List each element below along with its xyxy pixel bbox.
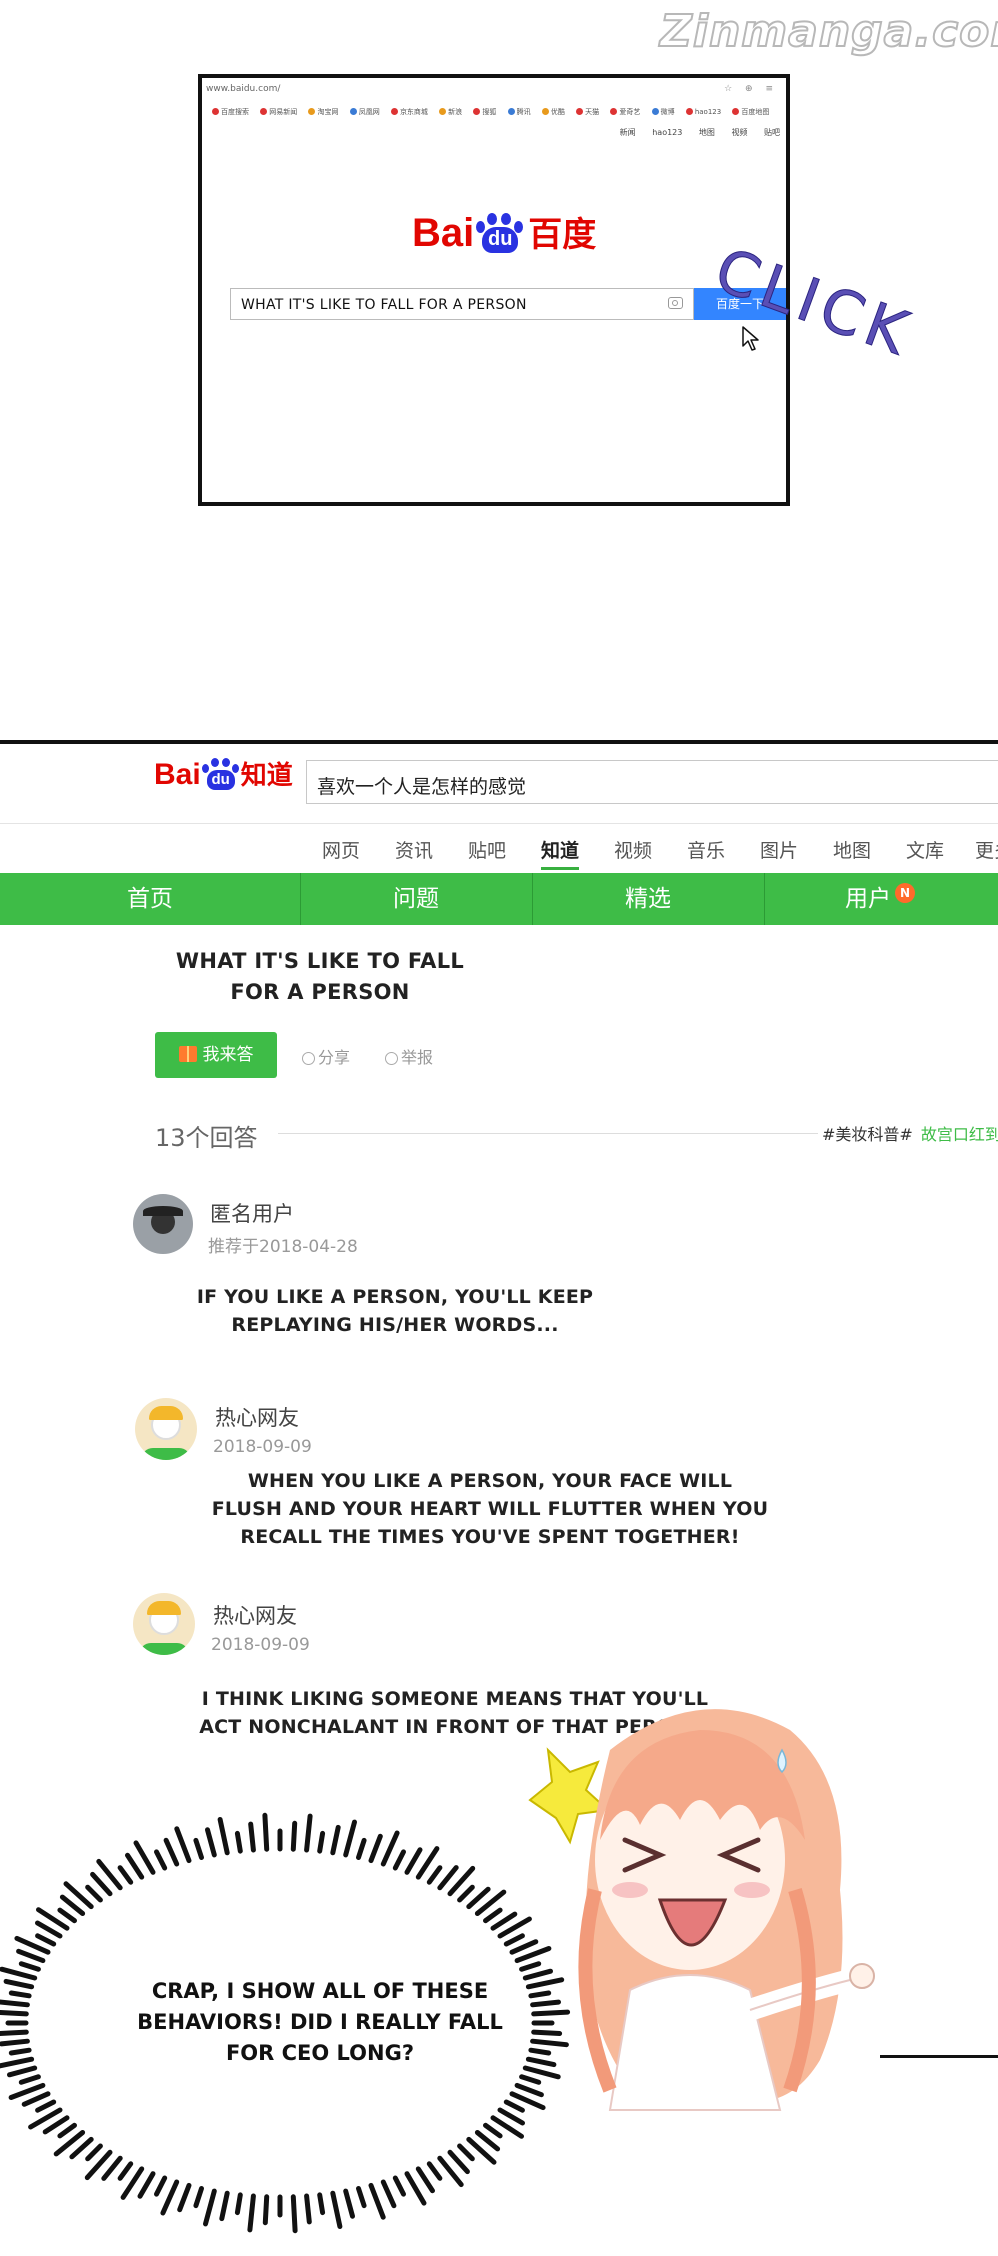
share-link[interactable]: 分享 — [302, 1044, 350, 1068]
top-nav-tieba[interactable]: 贴吧 — [764, 128, 780, 137]
panel-border — [880, 2055, 998, 2058]
divider — [278, 1133, 818, 1134]
bookmark-item[interactable]: hao123 — [686, 108, 721, 116]
avatar[interactable] — [133, 1194, 193, 1254]
divider — [0, 823, 998, 824]
new-badge: N — [895, 883, 915, 903]
answer-date: 2018-09-09 — [211, 1635, 310, 1655]
panel-border — [0, 740, 998, 744]
baidu-paw-icon: du — [474, 213, 526, 253]
baidu-logo: Bai du 百度 — [412, 211, 597, 255]
avatar[interactable] — [135, 1398, 197, 1460]
zhidao-search-input[interactable]: 喜欢一个人是怎样的感觉 — [306, 760, 998, 804]
top-nav-news[interactable]: 新闻 — [620, 128, 636, 137]
tab-featured[interactable]: 精选 — [532, 873, 764, 925]
top-nav-hao123[interactable]: hao123 — [652, 128, 682, 137]
baidu-top-nav: 新闻 hao123 地图 视频 贴吧 — [606, 127, 780, 138]
answer-date: 2018-09-09 — [213, 1437, 312, 1457]
nav-more[interactable]: 更多 — [975, 836, 998, 863]
site-watermark: Zinmanga.com — [659, 5, 998, 58]
topic-tags: #美妆科普# 故宫口红到 — [822, 1121, 998, 1145]
bookmark-item[interactable]: 天猫 — [576, 108, 599, 116]
answer-button[interactable]: 我来答 — [155, 1032, 277, 1078]
bookmarks-bar: 百度搜索 网易新闻 淘宝网 凤凰网 京东商城 新浪 搜狐 腾讯 优酷 天猫 爱奇… — [212, 107, 778, 121]
bookmark-item[interactable]: 淘宝网 — [308, 108, 338, 116]
zhidao-main-tabs: 首页 问题 精选 用户 N — [0, 873, 998, 925]
mouse-cursor-icon — [742, 326, 759, 351]
nav-news[interactable]: 资讯 — [395, 836, 433, 863]
answer-text: IF YOU LIKE A PERSON, YOU'LL KEEP REPLAY… — [196, 1286, 594, 1336]
search-input-value: 喜欢一个人是怎样的感觉 — [317, 776, 527, 798]
zhidao-logo[interactable]: Bai du 知道 — [154, 758, 293, 790]
address-bar[interactable]: www.baidu.com/ — [206, 84, 280, 94]
avatar[interactable] — [133, 1593, 195, 1655]
share-icon — [302, 1052, 315, 1065]
tab-home[interactable]: 首页 — [0, 873, 300, 925]
bookmark-item[interactable]: 爱奇艺 — [610, 108, 640, 116]
tag-link[interactable]: 故宫口红到 — [921, 1125, 998, 1144]
report-icon — [385, 1052, 398, 1065]
answer-text: WHEN YOU LIKE A PERSON, YOUR FACE WILL F… — [211, 1470, 769, 1548]
speech-bubble-text: CRAP, I SHOW ALL OF THESE BEHAVIORS! DID… — [137, 1979, 503, 2065]
answer-username[interactable]: 匿名用户 — [210, 1198, 294, 1228]
question-title: WHAT IT'S LIKE TO FALL FOR A PERSON — [175, 949, 465, 1004]
bookmark-item[interactable]: 网易新闻 — [260, 108, 297, 116]
bookmark-item[interactable]: 凤凰网 — [350, 108, 380, 116]
nav-web[interactable]: 网页 — [322, 836, 360, 863]
gift-icon — [178, 1046, 197, 1062]
bookmark-item[interactable]: 百度地图 — [732, 108, 769, 116]
baidu-search-input[interactable]: WHAT IT'S LIKE TO FALL FOR A PERSON — [230, 288, 694, 320]
bookmark-item[interactable]: 搜狐 — [473, 108, 496, 116]
nav-images[interactable]: 图片 — [760, 836, 798, 863]
nav-map[interactable]: 地图 — [833, 836, 871, 863]
tab-questions[interactable]: 问题 — [300, 873, 532, 925]
browser-tool-icons[interactable]: ☆ ⊕ ≡ — [724, 84, 778, 94]
nav-wenku[interactable]: 文库 — [906, 836, 944, 863]
browser-window-panel: www.baidu.com/ ☆ ⊕ ≡ 百度搜索 网易新闻 淘宝网 凤凰网 京… — [198, 74, 790, 506]
bookmark-item[interactable]: 微博 — [652, 108, 675, 116]
bookmark-item[interactable]: 优酷 — [542, 108, 565, 116]
answer-count: 13个回答 — [155, 1124, 258, 1152]
top-nav-video[interactable]: 视频 — [731, 128, 747, 137]
answer-username[interactable]: 热心网友 — [213, 1600, 297, 1630]
nav-video[interactable]: 视频 — [614, 836, 652, 863]
bookmark-item[interactable]: 腾讯 — [508, 108, 531, 116]
report-link[interactable]: 举报 — [385, 1044, 433, 1068]
tab-users[interactable]: 用户 N — [764, 873, 996, 925]
bookmark-item[interactable]: 新浪 — [439, 108, 462, 116]
answer-date: 推荐于2018-04-28 — [208, 1237, 358, 1257]
nav-zhidao[interactable]: 知道 — [541, 836, 580, 870]
camera-icon[interactable] — [668, 297, 683, 309]
bookmark-item[interactable]: 京东商城 — [391, 108, 428, 116]
baidu-paw-icon: du — [201, 758, 241, 790]
top-nav-map[interactable]: 地图 — [699, 128, 715, 137]
search-input-value: WHAT IT'S LIKE TO FALL FOR A PERSON — [241, 297, 527, 313]
answer-username[interactable]: 热心网友 — [215, 1402, 299, 1432]
nav-music[interactable]: 音乐 — [687, 836, 725, 863]
chibi-girl-character — [528, 1709, 875, 2111]
nav-tieba[interactable]: 贴吧 — [468, 836, 506, 863]
tag-link[interactable]: #美妆科普# — [822, 1125, 913, 1144]
bookmark-item[interactable]: 百度搜索 — [212, 108, 249, 116]
